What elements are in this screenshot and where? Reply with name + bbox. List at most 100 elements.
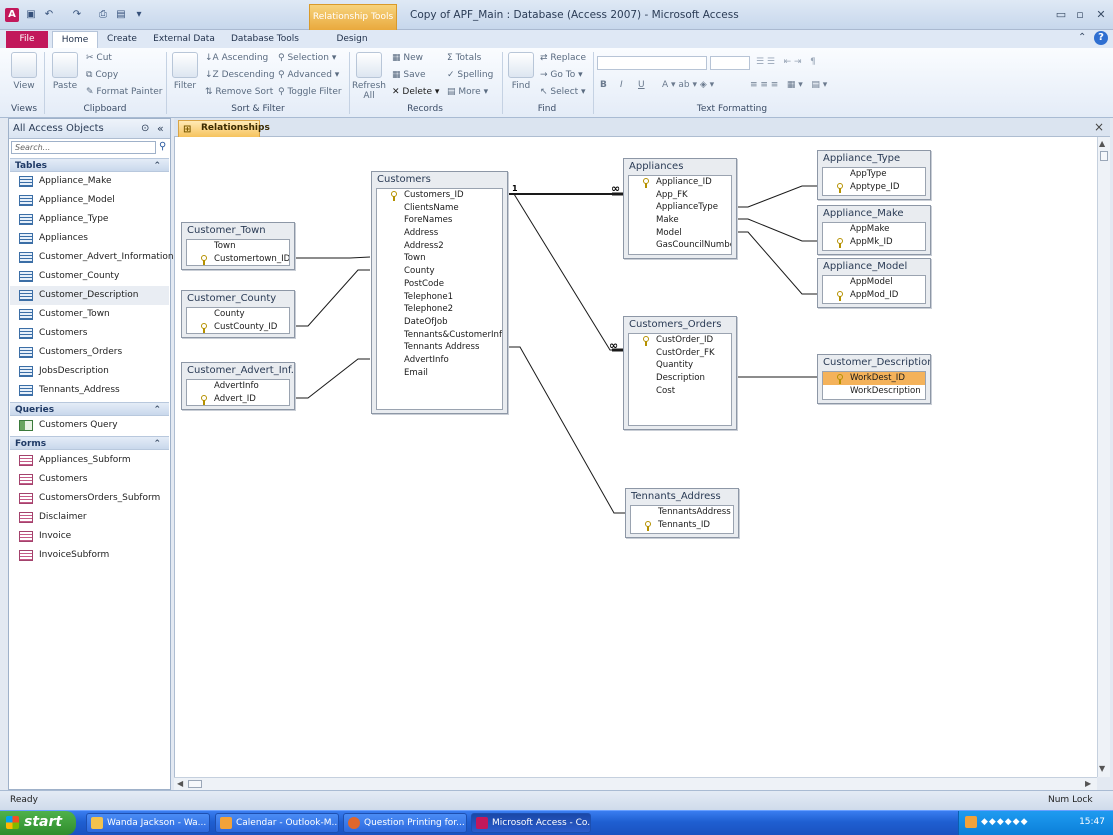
tray-icons[interactable]: ◆◆◆◆◆◆ [981,811,1029,834]
field[interactable]: Telephone1 [377,291,502,304]
nav-table-item[interactable]: Appliances [10,229,169,248]
field[interactable]: AdvertInfo [377,354,502,367]
field[interactable]: ClientsName [377,202,502,215]
view-button[interactable]: View [8,52,40,91]
table-appliance-model[interactable]: Appliance_Model AppModel AppMod_ID [817,258,931,308]
nav-form-item[interactable]: CustomersOrders_Subform [10,489,169,508]
field[interactable]: Town [377,252,502,265]
nav-table-item[interactable]: Appliance_Make [10,172,169,191]
access-app-icon[interactable]: A [5,8,19,22]
table-title[interactable]: Customer_County [182,291,294,306]
undo-icon[interactable]: ↶ [42,8,56,22]
align-icons[interactable]: ≡ ≡ ≡ ▦ ▾ ▤ ▾ [750,80,827,90]
save-icon[interactable]: ▣ [24,8,38,22]
nav-table-item[interactable]: Customers_Orders [10,343,169,362]
nav-table-item[interactable]: Customer_Advert_Information [10,248,174,267]
primary-key-field[interactable]: CustOrder_ID [629,334,731,347]
help-icon[interactable]: ? [1094,31,1108,45]
font-name-combo[interactable] [597,56,707,70]
start-button[interactable]: start [0,811,76,835]
table-appliances[interactable]: Appliances Appliance_ID App_FK Appliance… [623,158,737,259]
horizontal-scroll-thumb[interactable] [188,780,202,788]
table-customers-orders[interactable]: Customers_Orders CustOrder_ID CustOrder_… [623,316,737,430]
scroll-right-icon[interactable]: ▶ [1085,779,1091,788]
nav-table-item[interactable]: Tennants_Address [10,381,169,400]
save-record-button[interactable]: ▦ Save [392,70,425,80]
table-appliance-make[interactable]: Appliance_Make AppMake AppMk_ID [817,205,931,255]
field[interactable]: WorkDescription [823,385,925,398]
font-color-icon[interactable]: A ▾ ab ▾ ◈ ▾ [662,80,714,90]
field[interactable]: Town [187,240,289,253]
table-title[interactable]: Tennants_Address [626,489,738,504]
field[interactable]: Description [629,372,731,385]
field[interactable]: ForeNames [377,214,502,227]
table-appliance-type[interactable]: Appliance_Type AppType Apptype_ID [817,150,931,200]
replace-button[interactable]: ⇄ Replace [540,53,586,63]
bullets-icon[interactable]: ☰ ☰ ⇤ ⇥ ¶ [756,57,816,67]
table-title[interactable]: Appliance_Model [818,259,930,274]
tab-file[interactable]: File [6,31,48,48]
field-list[interactable]: WorkDest_ID WorkDescription [822,371,926,400]
field-list[interactable]: Customers_ID ClientsName ForeNames Addre… [376,188,503,410]
nav-table-item[interactable]: Customer_Town [10,305,169,324]
table-customer-town[interactable]: Customer_Town Town Customertown_ID [181,222,295,270]
field[interactable]: App_FK [629,189,731,202]
tab-database-tools[interactable]: Database Tools [228,31,302,48]
quick-print-icon[interactable]: ▤ [114,8,128,22]
descending-button[interactable]: ↓Z Descending [205,70,275,80]
nav-search-input[interactable]: Search... [11,141,156,154]
field[interactable]: CustOrder_FK [629,347,731,360]
nav-form-item[interactable]: InvoiceSubform [10,546,169,565]
find-button[interactable]: Find [506,52,536,91]
nav-table-item[interactable]: Customer_Description [10,286,169,305]
nav-table-item[interactable]: Customers [10,324,169,343]
field[interactable]: Cost [629,385,731,398]
new-record-button[interactable]: ▦ New [392,53,423,63]
table-title[interactable]: Customers [372,172,507,187]
vertical-scrollbar[interactable]: ▲ ▼ [1097,137,1110,777]
table-title[interactable]: Customers_Orders [624,317,736,332]
taskbar-item[interactable]: Question Printing for... [343,813,467,833]
table-customer-advert-information[interactable]: Customer_Advert_Inf... AdvertInfo Advert… [181,362,295,410]
primary-key-field[interactable]: Tennants_ID [631,519,733,532]
field[interactable]: Make [629,214,731,227]
refresh-all-button[interactable]: Refresh All [352,52,386,101]
delete-record-button[interactable]: ✕ Delete ▾ [392,87,439,97]
field[interactable]: County [377,265,502,278]
field[interactable]: GasCouncilNumber [629,239,731,252]
field-list[interactable]: Appliance_ID App_FK ApplianceType Make M… [628,175,732,255]
table-tennants-address[interactable]: Tennants_Address TennantsAddress Tennant… [625,488,739,538]
cut-button[interactable]: ✂ Cut [86,53,112,63]
field-list[interactable]: County CustCounty_ID [186,307,290,334]
relationships-tab[interactable]: ⊞ Relationships [178,120,270,137]
field[interactable]: ApplianceType [629,201,731,214]
primary-key-field-selected[interactable]: WorkDest_ID [823,372,925,385]
scroll-up-icon[interactable]: ▲ [1099,139,1105,148]
field-list[interactable]: Town Customertown_ID [186,239,290,266]
font-size-combo[interactable] [710,56,750,70]
nav-table-item[interactable]: JobsDescription [10,362,169,381]
primary-key-field[interactable]: Apptype_ID [823,181,925,194]
field[interactable]: AppType [823,168,925,181]
italic-icon[interactable]: I [620,80,623,90]
nav-table-item[interactable]: Appliance_Model [10,191,169,210]
primary-key-field[interactable]: Customertown_ID [187,253,289,265]
copy-button[interactable]: ⧉ Copy [86,70,118,80]
field[interactable]: PostCode [377,278,502,291]
select-button[interactable]: ↖ Select ▾ [540,87,586,97]
horizontal-scrollbar[interactable]: ◀ ▶ [174,777,1097,790]
field[interactable]: AppModel [823,276,925,289]
field-list[interactable]: AppMake AppMk_ID [822,222,926,251]
table-title[interactable]: Customer_Advert_Inf... [182,363,294,378]
table-title[interactable]: Appliances [624,159,736,174]
more-button[interactable]: ▤ More ▾ [447,87,488,97]
bold-icon[interactable]: B [600,80,607,90]
goto-button[interactable]: → Go To ▾ [540,70,583,80]
taskbar-item-active[interactable]: Microsoft Access - Co... [471,813,591,833]
remove-sort-button[interactable]: ⇅ Remove Sort [205,87,273,97]
primary-key-field[interactable]: Appliance_ID [629,176,731,189]
table-title[interactable]: Customer_Description [818,355,930,370]
scroll-left-icon[interactable]: ◀ [177,779,183,788]
search-icon[interactable]: ⚲ [159,141,166,152]
nav-form-item[interactable]: Appliances_Subform [10,451,169,470]
